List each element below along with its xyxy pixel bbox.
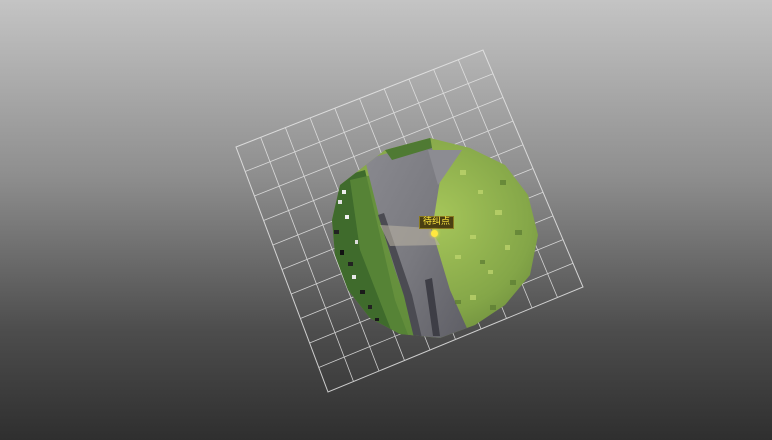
control-point-marker[interactable] <box>431 230 438 237</box>
point-label[interactable]: 待纠点 <box>419 216 455 229</box>
scene-canvas[interactable] <box>0 0 772 440</box>
3d-viewport[interactable]: 待纠点 <box>0 0 772 440</box>
point-cloud[interactable] <box>320 130 550 350</box>
